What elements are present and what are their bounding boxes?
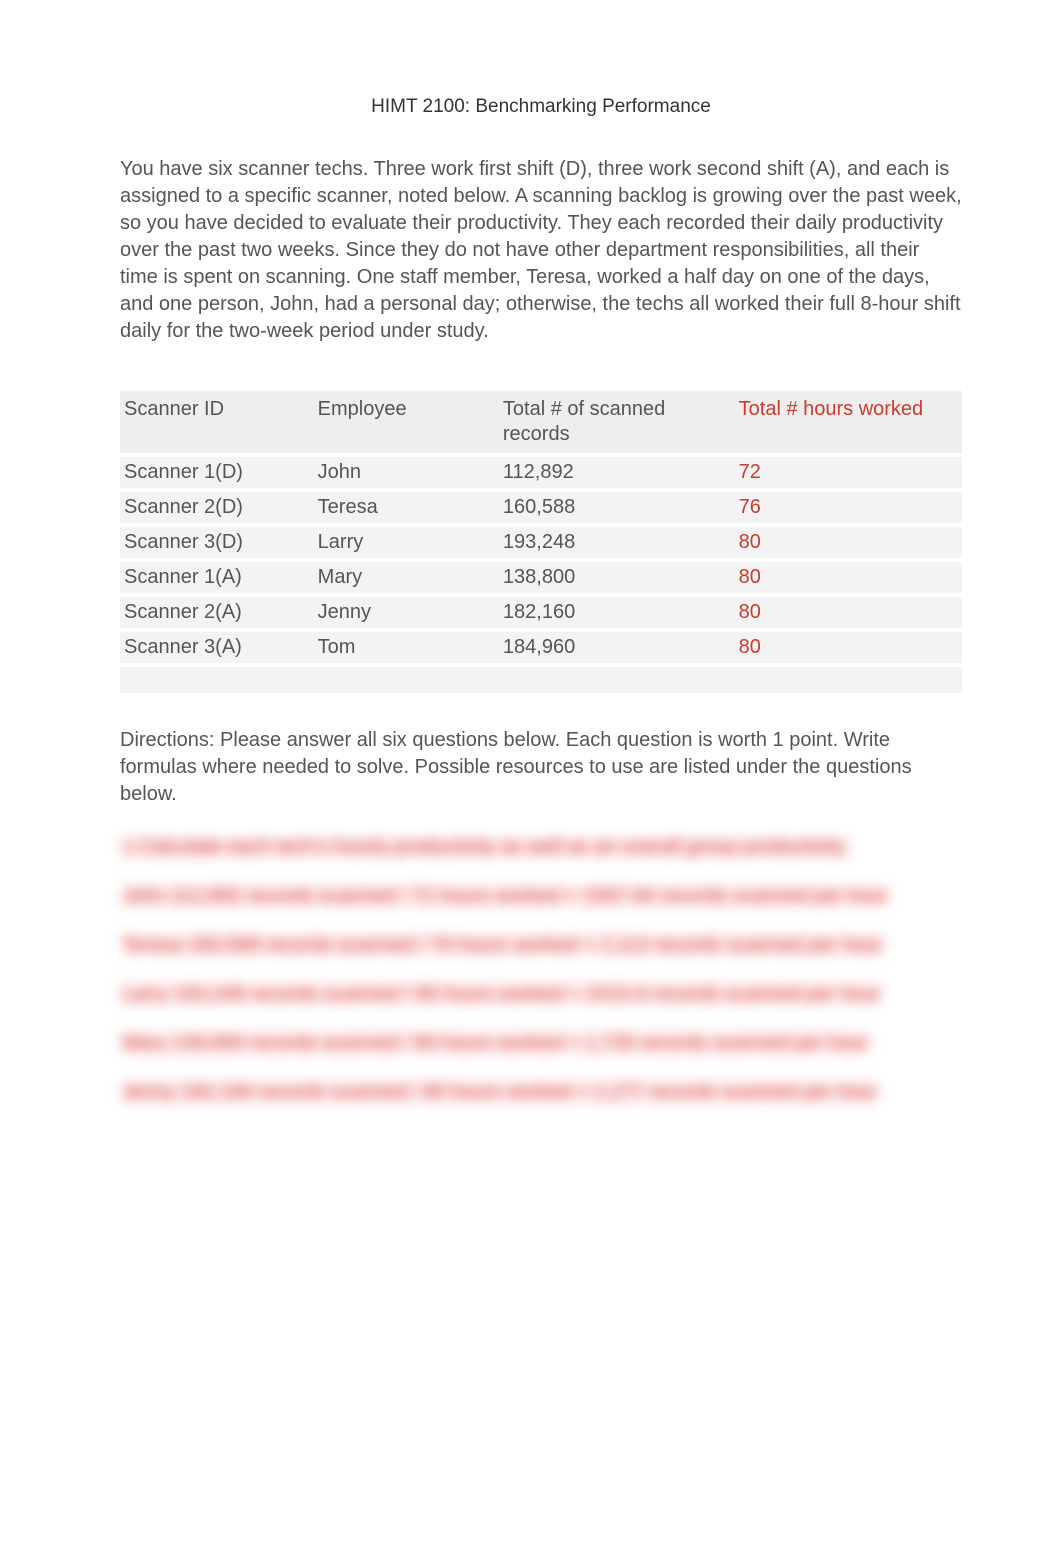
table-row: Scanner 3(A) Tom 184,960 80 (120, 630, 962, 665)
cell-records: 160,588 (499, 490, 735, 525)
table-row: Scanner 2(A) Jenny 182,160 80 (120, 595, 962, 630)
table-row: Scanner 1(D) John 112,892 72 (120, 455, 962, 490)
table-row: Scanner 3(D) Larry 193,248 80 (120, 525, 962, 560)
cell-scanner: Scanner 1(A) (120, 560, 314, 595)
cell-records: 112,892 (499, 455, 735, 490)
cell-scanner: Scanner 2(A) (120, 595, 314, 630)
table-row-empty (120, 665, 962, 693)
cell-employee: Mary (314, 560, 499, 595)
cell-employee: Teresa (314, 490, 499, 525)
cell-employee: Jenny (314, 595, 499, 630)
header-scanner-id: Scanner ID (120, 388, 314, 455)
obscured-line: 1 Calculate each tech’s hourly productiv… (122, 836, 848, 858)
cell-records: 193,248 (499, 525, 735, 560)
obscured-line: John 112,892 records scanned / 72 hours … (122, 885, 888, 907)
table-row: Scanner 1(A) Mary 138,800 80 (120, 560, 962, 595)
cell-employee: Larry (314, 525, 499, 560)
cell-hours: 80 (735, 525, 962, 560)
header-employee: Employee (314, 388, 499, 455)
productivity-table: Scanner ID Employee Total # of scanned r… (120, 385, 962, 693)
obscured-answers: 1 Calculate each tech’s hourly productiv… (120, 834, 962, 1106)
obscured-line: Jenny 182,160 records scanned / 80 hours… (122, 1081, 877, 1103)
table-header-row: Scanner ID Employee Total # of scanned r… (120, 388, 962, 455)
cell-scanner: Scanner 3(A) (120, 630, 314, 665)
header-records: Total # of scanned records (499, 388, 735, 455)
cell-employee: Tom (314, 630, 499, 665)
cell-scanner: Scanner 3(D) (120, 525, 314, 560)
directions-paragraph: Directions: Please answer all six questi… (120, 727, 962, 808)
cell-hours: 80 (735, 595, 962, 630)
cell-hours: 80 (735, 560, 962, 595)
cell-records: 138,800 (499, 560, 735, 595)
cell-hours: 80 (735, 630, 962, 665)
cell-hours: 76 (735, 490, 962, 525)
intro-paragraph: You have six scanner techs. Three work f… (120, 156, 962, 345)
cell-hours: 72 (735, 455, 962, 490)
header-hours: Total # hours worked (735, 388, 962, 455)
cell-records: 182,160 (499, 595, 735, 630)
obscured-line: Teresa 160,588 records scanned / 76 hour… (122, 934, 883, 956)
cell-records: 184,960 (499, 630, 735, 665)
obscured-line: Mary 138,800 records scanned / 80 hours … (122, 1032, 869, 1054)
cell-scanner: Scanner 2(D) (120, 490, 314, 525)
page-title: HIMT 2100: Benchmarking Performance (120, 96, 962, 118)
table-row: Scanner 2(D) Teresa 160,588 76 (120, 490, 962, 525)
cell-employee: John (314, 455, 499, 490)
cell-scanner: Scanner 1(D) (120, 455, 314, 490)
obscured-line: Larry 193,248 records scanned / 80 hours… (122, 983, 881, 1005)
